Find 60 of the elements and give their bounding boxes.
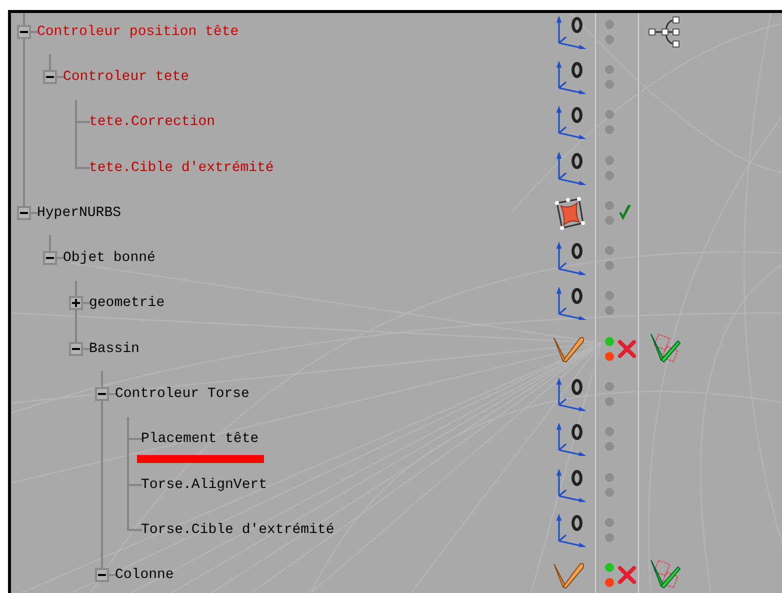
cube-icon [552,194,586,231]
render-visibility-dot[interactable] [605,532,614,542]
null-object-icon [556,105,586,140]
collapse-toggle[interactable] [17,24,31,39]
editor-visibility-dot[interactable] [605,156,614,165]
null-object-icon [556,150,586,185]
object-name[interactable]: Torse.AlignVert [141,476,268,493]
editor-visibility-dot[interactable] [605,64,614,74]
expand-toggle[interactable] [69,296,83,310]
editor-visibility-dot[interactable] [605,20,614,29]
object-name[interactable]: Colonne [115,567,174,584]
collapse-toggle[interactable] [43,70,57,84]
editor-visibility-dot[interactable] [605,472,614,482]
editor-visibility-dot[interactable] [605,200,614,210]
object-name[interactable]: Placement tête [141,431,259,448]
check-icon[interactable] [618,204,632,222]
collapse-toggle[interactable] [95,387,109,402]
null-object-icon [556,512,586,547]
plus-icon [71,298,81,308]
editor-visibility-dot[interactable] [605,110,614,120]
render-visibility-dot[interactable] [605,80,614,89]
object-name[interactable]: Objet bonné [63,250,156,266]
object-name[interactable]: Torse.Cible d'extrémité [141,522,334,538]
render-visibility-dot[interactable] [605,306,614,316]
null-object-icon [556,14,586,49]
null-object-icon [556,241,586,276]
render-visibility-dot[interactable] [605,261,614,270]
editor-visibility-dot[interactable] [605,563,614,572]
collapse-toggle[interactable] [17,206,31,220]
editor-visibility-dot[interactable] [605,291,614,300]
editor-visibility-dot[interactable] [605,427,614,436]
render-visibility-dot[interactable] [605,488,614,497]
render-visibility-dot[interactable] [605,397,614,406]
render-visibility-dot[interactable] [605,216,614,225]
object-name[interactable]: Controleur Torse [115,386,250,402]
render-visibility-dot[interactable] [605,125,614,134]
null-object-icon [556,422,586,456]
hierarchy-tag-icon[interactable] [648,14,682,49]
render-visibility-dot[interactable] [605,352,614,361]
object-name[interactable]: geometrie [89,295,165,312]
render-visibility-dot[interactable] [605,578,614,588]
collapse-toggle[interactable] [43,251,57,266]
object-name[interactable]: Bassin [89,340,140,357]
render-visibility-dot[interactable] [605,34,614,44]
null-object-icon [556,468,586,502]
editor-visibility-dot[interactable] [605,336,614,346]
editor-visibility-dot[interactable] [605,382,614,392]
render-visibility-dot[interactable] [605,170,614,180]
null-object-icon [556,60,586,94]
null-object-icon [556,286,586,320]
cross-icon[interactable] [618,340,636,358]
bone-icon [552,560,586,590]
render-visibility-dot[interactable] [605,442,614,452]
collapse-toggle[interactable] [69,342,83,356]
null-object-icon [556,377,586,412]
editor-visibility-dot[interactable] [605,246,614,256]
editor-visibility-dot[interactable] [605,518,614,527]
collapse-toggle[interactable] [95,568,109,582]
cross-icon[interactable] [618,566,636,584]
object-name[interactable]: HyperNURBS [37,204,122,221]
